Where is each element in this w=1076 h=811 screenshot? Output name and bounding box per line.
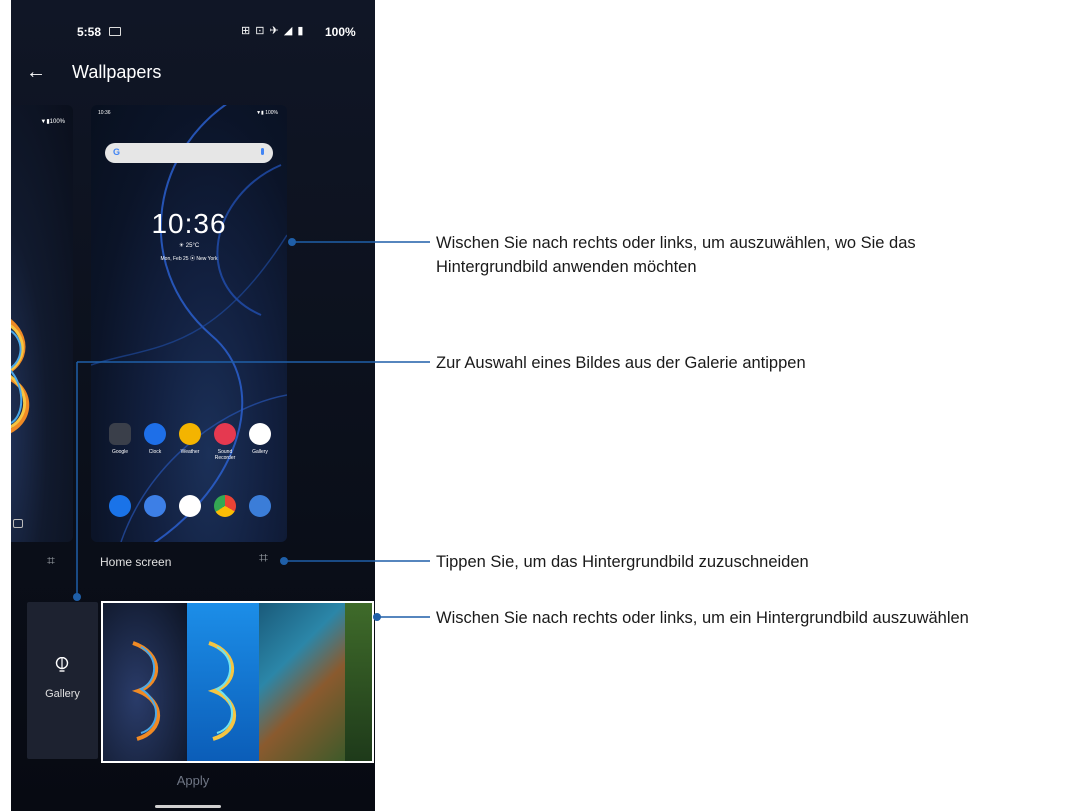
callout-crop: Tippen Sie, um das Hintergrundbild zuzus… (436, 553, 809, 571)
callout-swipe-apply-line2: Hintergrundbild anwenden möchten (436, 258, 697, 276)
callout-lines (73, 238, 430, 621)
callout-gallery: Zur Auswahl eines Bildes aus der Galerie… (436, 354, 806, 372)
callout-swipe-apply: Wischen Sie nach rechts oder links, um a… (436, 231, 916, 279)
callout-swipe-select: Wischen Sie nach rechts oder links, um e… (436, 609, 969, 627)
callout-swipe-apply-line1: Wischen Sie nach rechts oder links, um a… (436, 234, 916, 252)
